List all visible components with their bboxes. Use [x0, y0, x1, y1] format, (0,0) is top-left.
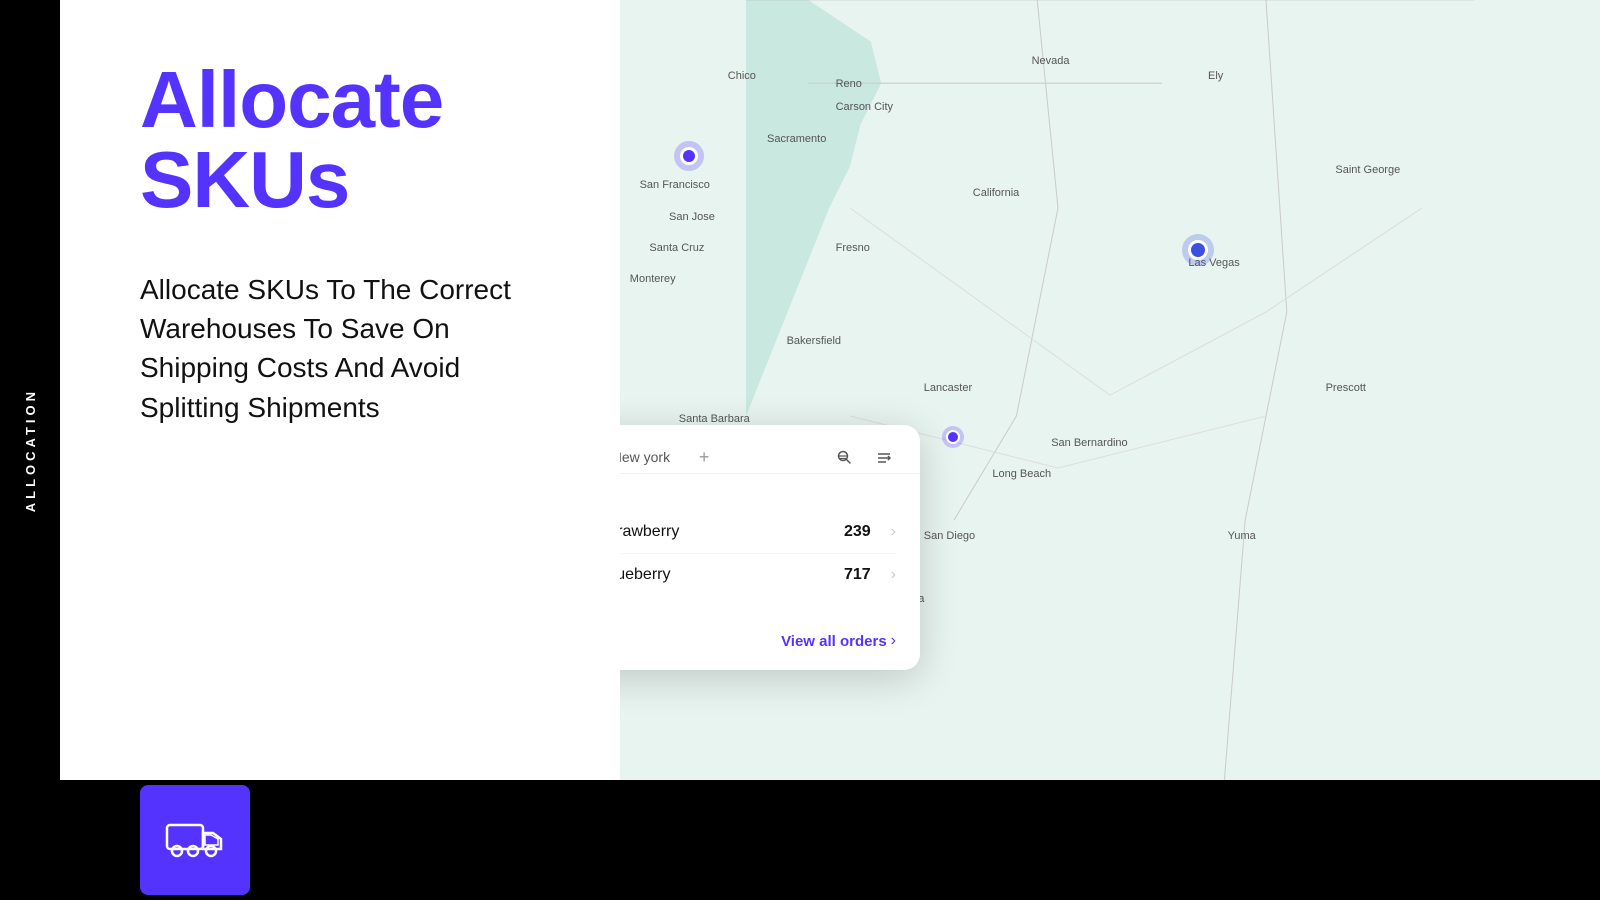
city-label-california: California [973, 187, 1019, 199]
list-item[interactable]: Blueberry 717 › [620, 554, 896, 596]
view-all-arrow-icon[interactable]: › [891, 632, 896, 650]
map-dot-sf [674, 141, 704, 171]
city-label-yuma: Yuma [1228, 530, 1256, 542]
city-label-long-beach: Long Beach [992, 468, 1051, 480]
city-label-bakersfield: Bakersfield [787, 335, 841, 347]
items-list: Strawberry 239 › Blueberry 717 › [620, 511, 896, 596]
city-label-san-diego: San Diego [924, 530, 975, 542]
top-section: Allocate SKUs Allocate SKUs To The Corre… [60, 0, 1600, 780]
tab-add-button[interactable]: + [690, 443, 718, 471]
left-content: Allocate SKUs Allocate SKUs To The Corre… [60, 0, 620, 780]
city-label-san-jose: San Jose [669, 211, 715, 223]
bottom-section [60, 780, 1600, 900]
map-area: Chico Reno Carson City Nevada Ely Sacram… [620, 0, 1600, 780]
tabs-bar: All ▾ California New york + [620, 425, 920, 474]
city-label-sf: San Francisco [640, 179, 710, 191]
city-label-santa-barbara: Santa Barbara [679, 413, 750, 425]
map-dot-las-vegas [1182, 234, 1214, 266]
list-item[interactable]: Strawberry 239 › [620, 511, 896, 554]
view-all-orders-link[interactable]: View all orders [781, 633, 887, 650]
city-label-fresno: Fresno [836, 242, 870, 254]
city-label-chico: Chico [728, 70, 756, 82]
description: Allocate SKUs To The Correct Warehouses … [140, 270, 560, 427]
city-label-lancaster: Lancaster [924, 382, 972, 394]
city-label-sacramento: Sacramento [767, 133, 826, 145]
city-label-reno: Reno [836, 78, 862, 90]
widget-card: All ▾ California New york + [620, 425, 920, 670]
map-dot-la [942, 426, 964, 448]
city-label-santa-cruz: Santa Cruz [649, 242, 704, 254]
strawberry-name: Strawberry [620, 523, 832, 541]
sort-button[interactable] [868, 441, 900, 473]
truck-icon-box [140, 785, 250, 895]
city-label-monterey: Monterey [630, 273, 676, 285]
city-label-ely: Ely [1208, 70, 1223, 82]
tab-new-york[interactable]: New york [620, 441, 686, 473]
view-all-section: View all orders › [620, 624, 920, 670]
city-label-san-bernardino: San Bernardino [1051, 437, 1127, 449]
city-label-carson-city: Carson City [836, 101, 893, 113]
blueberry-name: Blueberry [620, 566, 832, 584]
strawberry-count: 239 [844, 523, 871, 541]
main-content: Allocate SKUs Allocate SKUs To The Corre… [60, 0, 1600, 900]
truck-icon [165, 815, 225, 865]
search-filter-icon [836, 449, 852, 465]
blueberry-arrow-icon[interactable]: › [891, 566, 896, 584]
strawberry-arrow-icon[interactable]: › [891, 523, 896, 541]
sidebar-label: ALLOCATION [23, 388, 38, 512]
page-title: Allocate SKUs [140, 60, 560, 220]
sort-icon [876, 449, 892, 465]
city-label-saint-george: Saint George [1335, 164, 1400, 176]
city-label-nevada: Nevada [1032, 55, 1070, 67]
city-label-prescott: Prescott [1326, 382, 1366, 394]
blueberry-count: 717 [844, 566, 871, 584]
search-filter-button[interactable] [828, 441, 860, 473]
sidebar: ALLOCATION [0, 0, 60, 900]
widget-body: 956 81% Strawberry 239 [620, 474, 920, 624]
tab-actions [828, 441, 900, 473]
